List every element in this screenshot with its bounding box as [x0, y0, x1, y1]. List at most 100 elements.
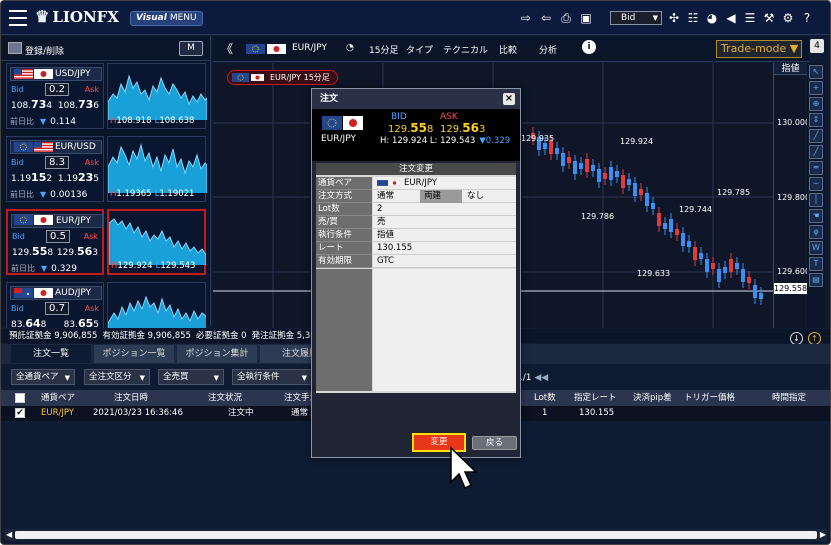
announce-icon[interactable]: ◀	[723, 10, 739, 26]
current-price-label: 129.558	[774, 283, 808, 294]
compare-button[interactable]: 比較	[499, 43, 517, 56]
rate-input[interactable]: 130.155	[373, 242, 516, 255]
dialog-quote: EUR/JPY BID ASK 129.558 129.563 H: 129.9…	[312, 109, 520, 161]
tab-position-summary[interactable]: ポジション集計	[177, 345, 257, 363]
fibo-tool-icon[interactable]: φ	[809, 225, 823, 239]
rate-tile[interactable]: AUD/JPY Bid Ask 0.7 83.648 83.655	[6, 282, 104, 328]
candle	[651, 203, 655, 209]
close-icon[interactable]: ×	[503, 93, 515, 105]
rate-tile-selected[interactable]: EUR/JPY Bid Ask 0.5 129.558 129.563 前日比 ▼…	[6, 209, 104, 275]
hand-tool-icon[interactable]: ☚	[809, 209, 823, 223]
collapse-left-icon[interactable]: 《	[221, 40, 233, 57]
axis-header: 指値	[774, 63, 807, 75]
candle	[693, 247, 697, 260]
lion-logo-icon: ♛	[35, 7, 50, 26]
candle	[585, 159, 589, 172]
rate-card-audjpy[interactable]: AUD/JPY Bid Ask 0.7 83.648 83.655	[6, 282, 206, 328]
hline-tool-icon[interactable]: ─	[809, 177, 823, 191]
eu-flag-icon	[14, 215, 33, 225]
layout-badge[interactable]: 4	[810, 39, 824, 53]
filter-side-select[interactable]: 全売買	[158, 369, 224, 385]
mini-chart[interactable]: H1.19365 L1.19021	[107, 136, 207, 202]
price-type-select[interactable]: Bid	[610, 11, 662, 25]
analysis-button[interactable]: 分析	[539, 43, 557, 56]
filter-condition-select[interactable]: 全執行条件	[232, 369, 312, 385]
help-icon[interactable]: ?	[799, 10, 815, 26]
gear-icon[interactable]: ⚙	[780, 10, 796, 26]
eu-flag-icon	[231, 73, 250, 82]
candle	[747, 277, 751, 283]
chart-pair-select[interactable]: EUR/JPY	[292, 43, 327, 53]
eraser-tool-icon[interactable]: ▤	[809, 273, 823, 287]
bid-price[interactable]: 1.19152	[11, 171, 52, 184]
eur-jpy-flag-icon	[322, 116, 363, 130]
technical-button[interactable]: テクニカル	[443, 43, 488, 56]
candle	[603, 173, 607, 179]
rate-card-eurusd[interactable]: EUR/USD Bid Ask 8.3 1.19152 1.19235 前日比 ▼…	[6, 136, 207, 202]
bid-price[interactable]: 108.734	[11, 98, 52, 111]
export-icon[interactable]: ⇨	[518, 10, 534, 26]
candle	[579, 163, 583, 169]
filter-pair-select[interactable]: 全通貨ペア	[11, 369, 75, 385]
row-checkbox[interactable]: ✔	[15, 408, 25, 418]
ask-price[interactable]: 108.736	[58, 98, 99, 111]
print-icon[interactable]: ⎙	[558, 10, 574, 26]
visual-menu-button[interactable]: Visual MENU	[130, 11, 203, 26]
ask-price[interactable]: 129.563	[57, 245, 98, 258]
prev-page-icon[interactable]: ◀◀	[534, 373, 548, 383]
candle	[609, 167, 613, 180]
tab-position-list[interactable]: ポジション一覧	[94, 345, 174, 363]
import-icon[interactable]: ⇦	[538, 10, 554, 26]
order-board-icon[interactable]: ✣	[666, 10, 682, 26]
save-icon[interactable]: ▣	[578, 10, 594, 26]
tab-order-list[interactable]: 注文一覧	[11, 345, 91, 363]
change-row: 前日比 ▼ 0.329	[11, 264, 77, 274]
vline-tool-icon[interactable]: │	[809, 193, 823, 207]
trend-tool-icon[interactable]: ╱	[809, 145, 823, 159]
channel-tool-icon[interactable]: ═	[809, 161, 823, 175]
candle	[573, 161, 577, 174]
register-delete-label[interactable]: 登録/削除	[25, 44, 64, 57]
dialog-bid-price: 129.558	[388, 121, 434, 135]
rate-card-usdjpy[interactable]: USD/JPY Bid Ask 0.2 108.734 108.736 前日比 ▼…	[6, 63, 207, 129]
filter-order-type-select[interactable]: 全注文区分	[84, 369, 150, 385]
trade-mode-select[interactable]: Trade-mode ▼	[716, 40, 802, 58]
rate-tile[interactable]: USD/JPY Bid Ask 0.2 108.734 108.736 前日比 ▼…	[6, 63, 104, 129]
scroll-tool-icon[interactable]: ⇕	[809, 113, 823, 127]
text-tool-icon[interactable]: T	[809, 257, 823, 271]
wave-tool-icon[interactable]: W	[809, 241, 823, 255]
candle	[681, 233, 685, 246]
ask-price[interactable]: 1.19235	[58, 171, 99, 184]
register-icon[interactable]	[8, 42, 22, 54]
info-icon[interactable]: i	[582, 40, 596, 54]
period-select[interactable]: 15分足	[369, 43, 398, 56]
rate-tile[interactable]: EUR/USD Bid Ask 8.3 1.19152 1.19235 前日比 ▼…	[6, 136, 104, 202]
horizontal-scrollbar[interactable]: ◀ ▶	[5, 529, 827, 541]
rate-card-eurjpy[interactable]: EUR/JPY Bid Ask 0.5 129.558 129.563 前日比 ▼…	[6, 209, 206, 275]
bid-price[interactable]: 83.648	[11, 317, 46, 328]
m-button[interactable]: M	[179, 41, 203, 56]
chart-type-button[interactable]: タイプ	[406, 43, 433, 56]
scroll-thumb[interactable]	[15, 531, 817, 539]
news-icon[interactable]: ☰	[742, 10, 758, 26]
zoom-tool-icon[interactable]: ⊕	[809, 97, 823, 111]
mini-chart[interactable]	[107, 282, 206, 328]
order-form: 注文変更 通貨ペア EUR/JPY 注文方式 通常 両建 なし Lot数 2 売/買売 執…	[316, 163, 516, 433]
chart-annotation: 129.786	[581, 212, 615, 221]
crosshair-tool-icon[interactable]: +	[809, 81, 823, 95]
bid-price[interactable]: 129.558	[12, 245, 53, 258]
cursor-tool-icon[interactable]: ↖	[809, 65, 823, 79]
tools-icon[interactable]: ⚒	[761, 10, 777, 26]
mini-chart[interactable]: H108.918 L108.638	[107, 63, 207, 129]
pie-chart-icon[interactable]: ◕	[704, 10, 720, 26]
line-tool-icon[interactable]: ╱	[809, 129, 823, 143]
jp-flag-icon	[251, 74, 264, 81]
layout-icon[interactable]: ☷	[685, 10, 701, 26]
hamburger-menu-icon[interactable]	[9, 10, 27, 26]
expiry-value[interactable]: GTC	[373, 255, 516, 268]
ask-price[interactable]: 83.655	[64, 317, 99, 328]
period-clock-icon[interactable]: ◔	[346, 43, 354, 53]
mini-chart[interactable]: H129.924 L129.543	[107, 209, 206, 275]
change-row: 前日比 ▼ 0.114	[10, 117, 76, 127]
select-all-checkbox[interactable]	[15, 393, 25, 403]
